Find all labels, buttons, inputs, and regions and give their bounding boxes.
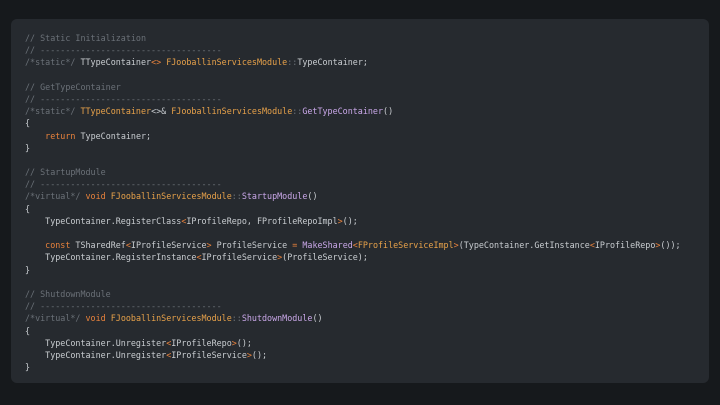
code-token: { [25, 118, 31, 129]
code-token: TypeContainer; [297, 57, 368, 68]
code-panel: // Static Initialization // -------------… [11, 19, 709, 383]
code-line: { [25, 117, 709, 129]
code-token: /*virtual*/ [25, 313, 86, 324]
code-line: // ------------------------------------ [25, 93, 709, 105]
code-token: FJooballinServicesModule [110, 313, 232, 324]
code-line: /*virtual*/ void FJooballinServicesModul… [25, 190, 709, 202]
code-token: IProfileRepo [171, 337, 232, 348]
code-line: ​ [25, 154, 709, 166]
code-token: // ------------------------------------ [25, 45, 222, 56]
code-token: { [25, 325, 31, 336]
code-line: // Static Initialization [25, 32, 709, 44]
code-token: (); [251, 349, 268, 360]
code-token: GetTypeContainer [302, 106, 384, 117]
code-token: ()); [660, 240, 681, 251]
code-token: StartupModule [241, 191, 308, 202]
code-token: ShutdownModule [241, 313, 313, 324]
code-token: :: [287, 57, 298, 68]
code-token: // ------------------------------------ [25, 93, 222, 104]
code-token: /*static*/ [25, 106, 81, 117]
code-token: void [85, 191, 106, 202]
code-token: IProfileRepo, FProfileRepoImpl [186, 215, 338, 226]
code-token: TTypeContainer [80, 57, 152, 68]
code-token: TypeContainer.RegisterClass [25, 215, 182, 226]
code-token: return [45, 130, 76, 141]
code-token: () [312, 313, 323, 324]
code-token: // StartupModule [25, 167, 106, 178]
code-line: } [25, 264, 709, 276]
code-token: // ------------------------------------ [25, 301, 222, 312]
code-line: ​ [25, 276, 709, 288]
code-line: TypeContainer.RegisterInstance<IProfileS… [25, 251, 709, 263]
code-token: } [25, 142, 31, 153]
code-line: return TypeContainer; [25, 130, 709, 142]
code-line: } [25, 142, 709, 154]
code-token: :: [292, 106, 303, 117]
code-token: } [25, 264, 31, 275]
code-line: } [25, 361, 709, 373]
code-token: TSharedRef [70, 240, 126, 251]
code-token: TypeContainer.Unregister [25, 337, 167, 348]
code-block: // Static Initialization // -------------… [25, 32, 709, 373]
code-line: // ------------------------------------ [25, 44, 709, 56]
code-token: { [25, 203, 31, 214]
code-token: <> [151, 57, 167, 68]
code-token: ProfileService [211, 240, 293, 251]
code-token: TypeContainer; [75, 130, 152, 141]
code-line: ​ [25, 227, 709, 239]
code-line: { [25, 203, 709, 215]
code-line: /*static*/ TTypeContainer<>& FJooballinS… [25, 105, 709, 117]
code-token: FJooballinServicesModule [110, 191, 232, 202]
code-token: (); [236, 337, 252, 348]
code-line: /*static*/ TTypeContainer<> FJooballinSe… [25, 56, 709, 68]
code-line: /*virtual*/ void FJooballinServicesModul… [25, 312, 709, 324]
code-line: // ShutdownModule [25, 288, 709, 300]
code-token: // ------------------------------------ [25, 179, 222, 190]
code-line: { [25, 325, 709, 337]
code-line: const TSharedRef<IProfileService> Profil… [25, 239, 709, 251]
code-token: const [45, 240, 71, 251]
code-token: /*static*/ [25, 57, 81, 68]
code-token: IProfileRepo [594, 240, 656, 251]
code-token: // GetTypeContainer [25, 81, 121, 92]
code-token: () [307, 191, 318, 202]
code-token: // ShutdownModule [25, 288, 111, 299]
code-token: FJooballinServicesModule [166, 57, 288, 68]
code-token: void [85, 313, 106, 324]
code-token: :: [231, 313, 242, 324]
code-token: TTypeContainer [80, 106, 152, 117]
code-token: :: [231, 191, 242, 202]
code-token: IProfileService [171, 349, 247, 360]
code-token: TypeContainer.RegisterInstance [25, 252, 197, 263]
code-token: TypeContainer.Unregister [25, 349, 167, 360]
code-line: // ------------------------------------ [25, 300, 709, 312]
code-token: () [383, 106, 394, 117]
code-line: ​ [25, 69, 709, 81]
code-line: TypeContainer.RegisterClass<IProfileRepo… [25, 215, 709, 227]
code-line: // GetTypeContainer [25, 81, 709, 93]
code-token: FJooballinServicesModule [171, 106, 293, 117]
code-token: } [25, 362, 31, 373]
code-token: IProfileService [130, 240, 207, 251]
code-token: (); [342, 215, 358, 226]
code-line: // StartupModule [25, 166, 709, 178]
code-token: MakeShared [302, 240, 353, 251]
code-token: IProfileService [201, 252, 278, 263]
code-token: <>& [151, 106, 172, 117]
code-token: FProfileServiceImpl [357, 240, 454, 251]
code-token: (ProfileService); [282, 252, 368, 263]
code-line: TypeContainer.Unregister<IProfileService… [25, 349, 709, 361]
code-token: // Static Initialization [25, 33, 147, 43]
code-line: TypeContainer.Unregister<IProfileRepo>()… [25, 337, 709, 349]
code-token: /*virtual*/ [25, 191, 86, 202]
code-token: (TypeContainer.GetInstance [458, 240, 590, 251]
code-line: // ------------------------------------ [25, 178, 709, 190]
